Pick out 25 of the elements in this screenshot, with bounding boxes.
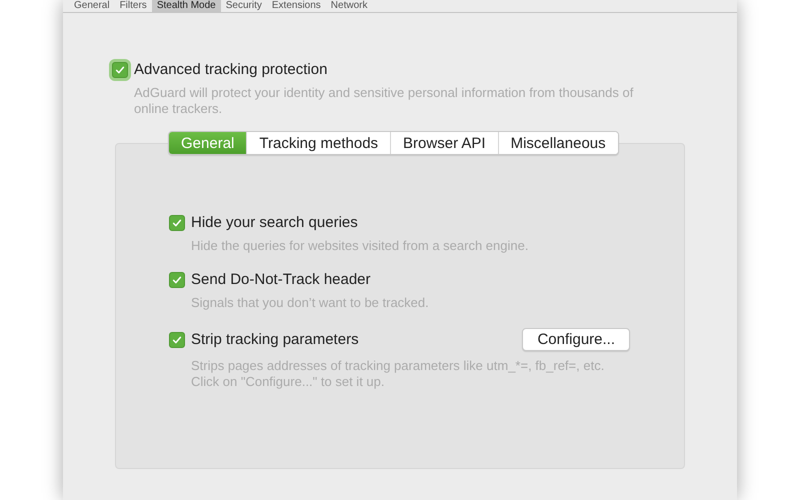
segment-tab[interactable]: Browser API <box>390 132 498 154</box>
toolbar-tab[interactable]: Filters <box>114 0 152 12</box>
checkbox[interactable] <box>169 332 185 348</box>
checkbox[interactable] <box>169 214 185 230</box>
checkbox[interactable] <box>169 272 185 288</box>
option-description: AdGuard will protect your identity and sensitive personal information from thousands of online trackers. <box>134 85 634 117</box>
option-label: Strip tracking parameters <box>191 331 359 348</box>
option-description: Signals that you don’t want to be tracked. <box>191 295 430 311</box>
toolbar-tab[interactable]: Extensions <box>266 0 326 12</box>
checkmark-icon <box>171 274 183 286</box>
option-description: Hide the queries for websites visited from a search engine. <box>191 238 530 254</box>
checkmark-icon <box>171 216 183 228</box>
checkmark-icon <box>114 64 126 76</box>
toolbar-tab[interactable]: General <box>69 0 115 12</box>
option-description: Strips pages addresses of tracking parameters like utm_*=, fb_ref=, etc. Click on "Configure..." to set it up. <box>191 358 606 390</box>
option-label: Advanced tracking protection <box>134 61 328 78</box>
option-label: Hide your search queries <box>191 214 358 231</box>
segment-tab[interactable]: Miscellaneous <box>498 132 618 154</box>
toolbar-tab[interactable]: Security <box>220 0 267 12</box>
toolbar-tab[interactable]: Stealth Mode <box>152 0 221 12</box>
toolbar-tab[interactable]: Network <box>326 0 372 12</box>
configure-button[interactable]: Configure... <box>522 328 630 351</box>
checkmark-icon <box>171 334 183 346</box>
option-label: Send Do-Not-Track header <box>191 271 371 288</box>
segment-tab[interactable]: Tracking methods <box>246 132 390 154</box>
